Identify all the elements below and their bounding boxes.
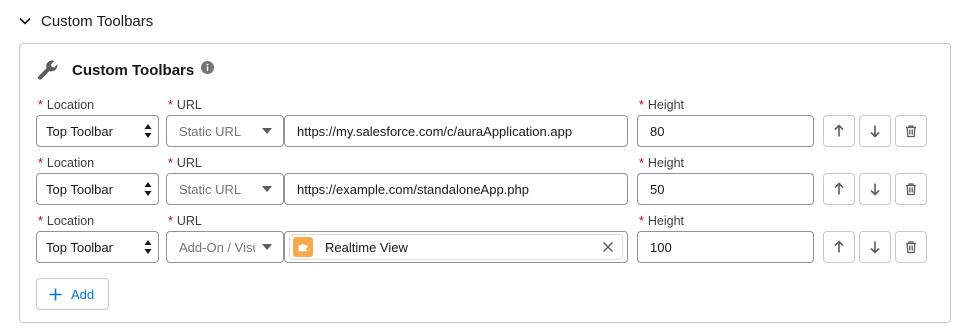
url-type-select[interactable]: Static URL (166, 115, 284, 147)
move-up-button[interactable] (823, 231, 855, 263)
chevron-down-icon (262, 244, 272, 250)
move-down-button[interactable] (859, 231, 891, 263)
trash-icon (906, 183, 916, 196)
chevron-down-icon (262, 128, 272, 134)
toolbar-row: * Location * URL * Height Top Toolbar Stati… (36, 98, 936, 156)
selected-addon-pill[interactable]: Realtime View (289, 234, 623, 260)
row-actions (823, 231, 931, 263)
card-title: Custom Toolbars (72, 61, 195, 79)
url-label: * URL (168, 156, 202, 170)
url-type-select[interactable]: Add-On / Visualforce (166, 231, 284, 263)
url-value-input[interactable]: https://example.com/standaloneApp.php (284, 173, 628, 205)
url-label: * URL (168, 98, 202, 112)
row-actions (823, 115, 931, 147)
card-header: Custom Toolbars (36, 58, 215, 82)
addon-lookup[interactable]: Realtime View (284, 231, 628, 263)
select-updown-icon (144, 182, 152, 196)
row-actions (823, 173, 931, 205)
move-down-button[interactable] (859, 115, 891, 147)
delete-button[interactable] (895, 173, 927, 205)
height-label: * Height (639, 214, 685, 228)
height-input[interactable]: 100 (637, 231, 814, 263)
add-button[interactable]: Add (36, 278, 109, 310)
info-icon[interactable] (201, 60, 215, 74)
move-down-button[interactable] (859, 173, 891, 205)
move-up-button[interactable] (823, 173, 855, 205)
toolbar-row: * Location * URL * Height Top Toolbar Stati… (36, 156, 936, 214)
select-updown-icon (144, 240, 152, 254)
arrow-up-icon (834, 124, 844, 137)
toolbar-row: * Location * URL * Height Top Toolbar Add-O… (36, 214, 936, 272)
custom-toolbars-card: Custom Toolbars * Location * URL * Height T… (19, 43, 951, 323)
height-input[interactable]: 50 (637, 173, 814, 205)
trash-icon (906, 241, 916, 254)
location-select[interactable]: Top Toolbar (36, 231, 159, 263)
location-label: * Location (38, 214, 95, 228)
location-label: * Location (38, 98, 95, 112)
arrow-down-icon (870, 183, 880, 196)
wrench-icon (38, 60, 58, 80)
trash-icon (906, 125, 916, 138)
add-button-label: Add (71, 286, 95, 302)
height-label: * Height (639, 98, 685, 112)
height-label: * Height (639, 156, 685, 170)
addon-name: Realtime View (325, 239, 408, 255)
url-value-input[interactable]: https://my.salesforce.com/c/auraApplicat… (284, 115, 628, 147)
chevron-down-icon (19, 17, 31, 25)
plus-icon (49, 288, 62, 300)
close-icon[interactable] (602, 241, 614, 253)
delete-button[interactable] (895, 231, 927, 263)
puzzle-icon (293, 237, 313, 257)
section-toggle-custom-toolbars[interactable]: Custom Toolbars (18, 11, 153, 31)
delete-button[interactable] (895, 115, 927, 147)
arrow-down-icon (870, 125, 880, 138)
section-title: Custom Toolbars (41, 12, 154, 30)
url-type-select[interactable]: Static URL (166, 173, 284, 205)
chevron-down-icon (262, 186, 272, 192)
arrow-down-icon (870, 241, 880, 254)
location-select[interactable]: Top Toolbar (36, 173, 159, 205)
url-label: * URL (168, 214, 202, 228)
location-label: * Location (38, 156, 95, 170)
move-up-button[interactable] (823, 115, 855, 147)
location-select[interactable]: Top Toolbar (36, 115, 159, 147)
arrow-up-icon (834, 182, 844, 195)
height-input[interactable]: 80 (637, 115, 814, 147)
arrow-up-icon (834, 240, 844, 253)
select-updown-icon (144, 124, 152, 138)
